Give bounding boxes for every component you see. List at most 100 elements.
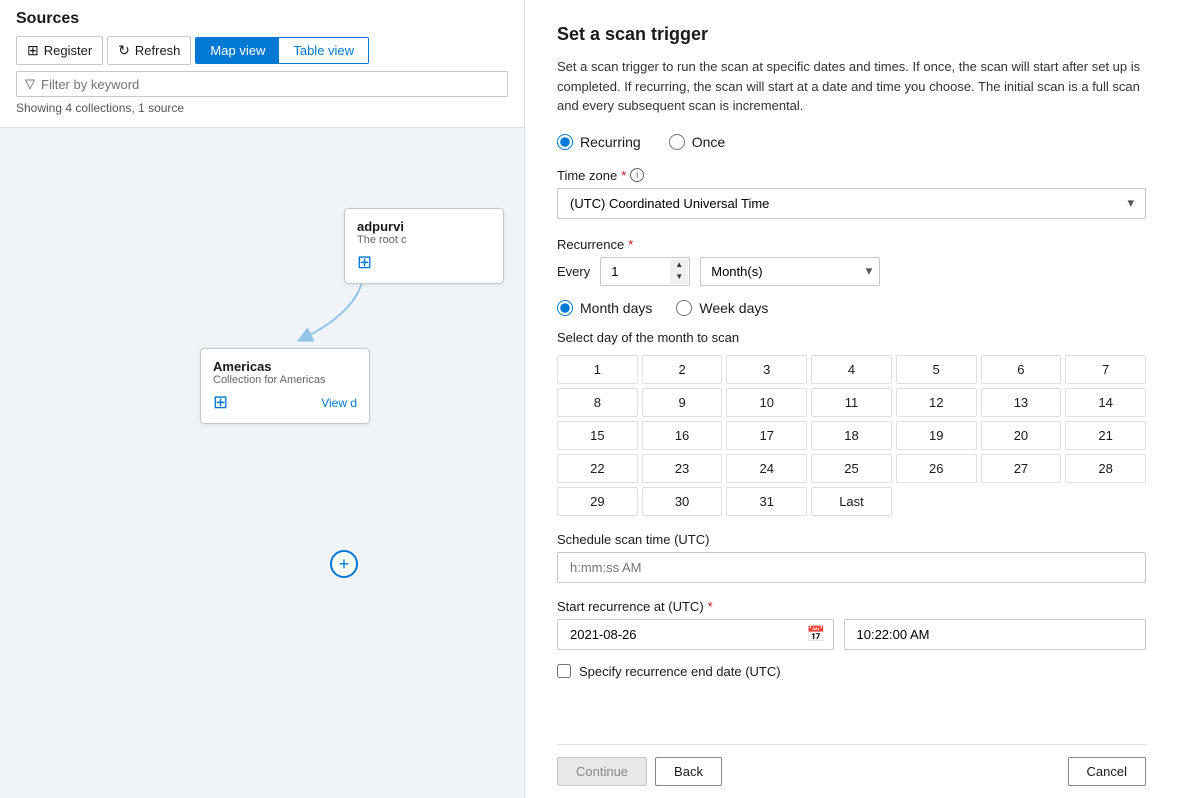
start-date-input[interactable] bbox=[557, 619, 834, 650]
calendar-day-22[interactable]: 22 bbox=[557, 454, 638, 483]
start-recurrence-required: * bbox=[708, 599, 713, 614]
spin-up-button[interactable]: ▲ bbox=[670, 259, 688, 272]
calendar-day-8[interactable]: 8 bbox=[557, 388, 638, 417]
refresh-button[interactable]: ↻ Refresh bbox=[107, 36, 191, 65]
calendar-day-23[interactable]: 23 bbox=[642, 454, 723, 483]
view-toggle: Map view Table view bbox=[195, 37, 369, 64]
calendar-day-24[interactable]: 24 bbox=[726, 454, 807, 483]
americas-icon: ⊞ bbox=[213, 392, 228, 413]
table-view-button[interactable]: Table view bbox=[279, 38, 368, 63]
week-days-text: Week days bbox=[699, 300, 768, 316]
month-days-text: Month days bbox=[580, 300, 652, 316]
calendar-day-6[interactable]: 6 bbox=[981, 355, 1062, 384]
toolbar: ⊞ Register ↻ Refresh Map view Table view bbox=[16, 36, 508, 65]
calendar-day-30[interactable]: 30 bbox=[642, 487, 723, 516]
recurring-label: Recurring bbox=[580, 134, 641, 150]
spin-buttons: ▲ ▼ bbox=[670, 259, 688, 284]
right-panel: Set a scan trigger Set a scan trigger to… bbox=[525, 0, 1178, 798]
register-label: Register bbox=[44, 43, 92, 58]
calendar-day-16[interactable]: 16 bbox=[642, 421, 723, 450]
recurring-radio-label[interactable]: Recurring bbox=[557, 134, 641, 150]
calendar-day-31[interactable]: 31 bbox=[726, 487, 807, 516]
period-select-wrapper: Month(s) Week(s) Day(s) bbox=[700, 257, 880, 286]
timezone-select[interactable]: (UTC) Coordinated Universal Time bbox=[557, 188, 1146, 219]
start-time-input[interactable] bbox=[844, 619, 1147, 650]
calendar-day-4[interactable]: 4 bbox=[811, 355, 892, 384]
calendar-day-28[interactable]: 28 bbox=[1065, 454, 1146, 483]
panel-description: Set a scan trigger to run the scan at sp… bbox=[557, 57, 1146, 116]
timezone-select-wrapper: (UTC) Coordinated Universal Time bbox=[557, 188, 1146, 219]
spin-down-button[interactable]: ▼ bbox=[670, 271, 688, 284]
month-days-radio[interactable] bbox=[557, 300, 573, 316]
calendar-day-5[interactable]: 5 bbox=[896, 355, 977, 384]
adpurvi-subtitle: The root c bbox=[357, 234, 491, 246]
calendar-day-last[interactable]: Last bbox=[811, 487, 892, 516]
week-days-radio[interactable] bbox=[676, 300, 692, 316]
calendar-day-9[interactable]: 9 bbox=[642, 388, 723, 417]
calendar-day-18[interactable]: 18 bbox=[811, 421, 892, 450]
recurrence-required: * bbox=[628, 237, 633, 252]
calendar-day-20[interactable]: 20 bbox=[981, 421, 1062, 450]
once-radio-label[interactable]: Once bbox=[669, 134, 725, 150]
start-recurrence-label: Start recurrence at (UTC) * bbox=[557, 599, 1146, 614]
add-node-button[interactable]: + bbox=[330, 550, 358, 578]
calendar-grid: 1234567891011121314151617181920212223242… bbox=[557, 355, 1146, 516]
every-label: Every bbox=[557, 264, 590, 279]
calendar-day-3[interactable]: 3 bbox=[726, 355, 807, 384]
schedule-time-label: Schedule scan time (UTC) bbox=[557, 532, 1146, 547]
calendar-day-2[interactable]: 2 bbox=[642, 355, 723, 384]
cancel-button[interactable]: Cancel bbox=[1068, 757, 1146, 786]
timezone-required: * bbox=[621, 168, 626, 183]
continue-button[interactable]: Continue bbox=[557, 757, 647, 786]
calendar-day-29[interactable]: 29 bbox=[557, 487, 638, 516]
calendar-day-11[interactable]: 11 bbox=[811, 388, 892, 417]
recurrence-label: Recurrence * bbox=[557, 237, 1146, 252]
calendar-day-21[interactable]: 21 bbox=[1065, 421, 1146, 450]
calendar-day-17[interactable]: 17 bbox=[726, 421, 807, 450]
panel-footer: Continue Back Cancel bbox=[557, 744, 1146, 798]
end-date-row: Specify recurrence end date (UTC) bbox=[557, 664, 1146, 679]
map-area: adpurvi The root c ⊞ Americas Collection… bbox=[0, 128, 524, 798]
recurring-radio[interactable] bbox=[557, 134, 573, 150]
month-days-label[interactable]: Month days bbox=[557, 300, 652, 316]
americas-title: Americas bbox=[213, 359, 357, 374]
back-button[interactable]: Back bbox=[655, 757, 722, 786]
calendar-day-15[interactable]: 15 bbox=[557, 421, 638, 450]
recurrence-row: Every ▲ ▼ Month(s) Week(s) Day(s) bbox=[557, 257, 1146, 286]
timezone-label: Time zone * i bbox=[557, 168, 1146, 183]
adpurvi-node: adpurvi The root c ⊞ bbox=[344, 208, 504, 284]
calendar-day-27[interactable]: 27 bbox=[981, 454, 1062, 483]
calendar-picker-button[interactable]: 📅 bbox=[807, 625, 826, 643]
adpurvi-icon: ⊞ bbox=[357, 252, 491, 273]
start-date-wrapper: 📅 bbox=[557, 619, 834, 650]
calendar-day-10[interactable]: 10 bbox=[726, 388, 807, 417]
adpurvi-title: adpurvi bbox=[357, 219, 491, 234]
refresh-icon: ↻ bbox=[118, 42, 130, 59]
refresh-label: Refresh bbox=[135, 43, 181, 58]
calendar-day-14[interactable]: 14 bbox=[1065, 388, 1146, 417]
recurrence-number-wrapper: ▲ ▼ bbox=[600, 257, 690, 286]
americas-subtitle: Collection for Americas bbox=[213, 374, 357, 386]
americas-node: Americas Collection for Americas ⊞ View … bbox=[200, 348, 370, 424]
calendar-day-25[interactable]: 25 bbox=[811, 454, 892, 483]
register-button[interactable]: ⊞ Register bbox=[16, 36, 103, 65]
calendar-day-12[interactable]: 12 bbox=[896, 388, 977, 417]
week-days-label[interactable]: Week days bbox=[676, 300, 768, 316]
calendar-day-19[interactable]: 19 bbox=[896, 421, 977, 450]
calendar-day-7[interactable]: 7 bbox=[1065, 355, 1146, 384]
calendar-day-1[interactable]: 1 bbox=[557, 355, 638, 384]
schedule-time-section: Schedule scan time (UTC) bbox=[557, 532, 1146, 583]
once-radio[interactable] bbox=[669, 134, 685, 150]
end-date-checkbox[interactable] bbox=[557, 664, 571, 678]
day-type-row: Month days Week days bbox=[557, 300, 1146, 316]
schedule-time-input[interactable] bbox=[557, 552, 1146, 583]
left-header: Sources ⊞ Register ↻ Refresh Map view Ta… bbox=[0, 0, 524, 128]
once-label: Once bbox=[692, 134, 725, 150]
calendar-day-26[interactable]: 26 bbox=[896, 454, 977, 483]
filter-input[interactable] bbox=[41, 77, 499, 92]
period-select[interactable]: Month(s) Week(s) Day(s) bbox=[700, 257, 880, 286]
americas-view-link[interactable]: View d bbox=[321, 396, 357, 410]
filter-icon: ▽ bbox=[25, 76, 35, 92]
map-view-button[interactable]: Map view bbox=[196, 38, 279, 63]
calendar-day-13[interactable]: 13 bbox=[981, 388, 1062, 417]
